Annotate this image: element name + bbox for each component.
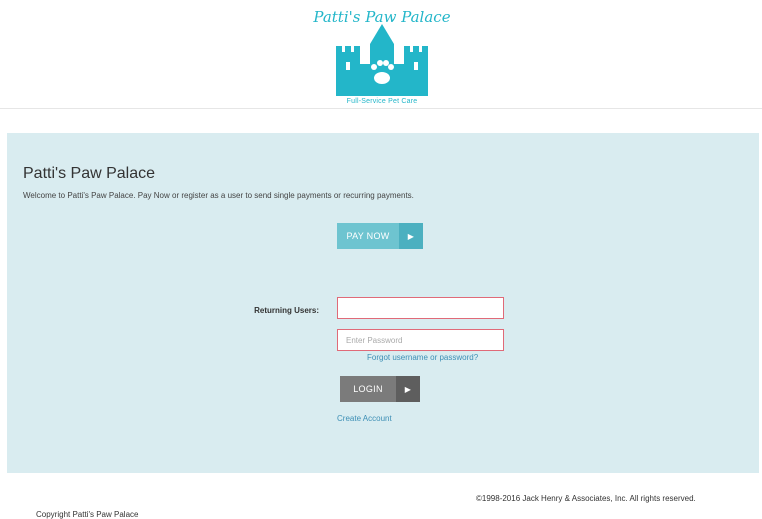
logo-subtitle: Full-Service Pet Care — [346, 98, 418, 105]
returning-users-label: Returning Users: — [254, 306, 319, 315]
copyright-notice: Copyright Patti's Paw Palace — [36, 510, 139, 519]
pay-now-button[interactable]: PAY NOW ▶ — [337, 223, 423, 249]
site-header: Patti's Paw Palace Full-Service Pet Care — [0, 0, 762, 109]
login-button[interactable]: LOGIN ▶ — [340, 376, 420, 402]
username-input[interactable] — [337, 297, 504, 319]
main-panel: Patti's Paw Palace Welcome to Patti's Pa… — [7, 133, 759, 473]
welcome-text: Welcome to Patti's Paw Palace. Pay Now o… — [23, 191, 414, 200]
rights-notice: ©1998-2016 Jack Henry & Associates, Inc.… — [476, 494, 696, 503]
play-arrow-icon: ▶ — [399, 223, 423, 249]
forgot-credentials-link[interactable]: Forgot username or password? — [367, 353, 478, 362]
password-input[interactable] — [337, 329, 504, 351]
page-title: Patti's Paw Palace — [23, 165, 156, 182]
login-label: LOGIN — [353, 384, 383, 394]
castle-paw-icon — [336, 24, 428, 96]
pay-now-label: PAY NOW — [346, 231, 390, 241]
play-arrow-icon: ▶ — [396, 376, 420, 402]
create-account-link[interactable]: Create Account — [337, 414, 392, 423]
logo: Patti's Paw Palace Full-Service Pet Care — [312, 4, 452, 108]
